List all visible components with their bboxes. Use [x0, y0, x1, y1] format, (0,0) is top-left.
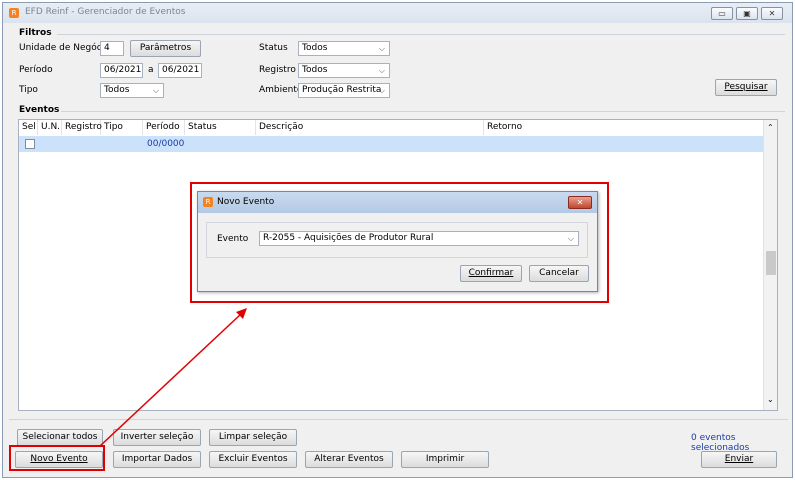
evento-group: Evento R-2055 - Aquisições de Produtor R… [206, 222, 588, 258]
evento-label: Evento [217, 234, 249, 244]
evento-select[interactable]: R-2055 - Aquisições de Produtor Rural ⌵ [259, 231, 579, 246]
app-icon: R [203, 197, 213, 207]
dialog-title: Novo Evento [217, 197, 275, 207]
dialog-title-bar: R Novo Evento ✕ [198, 192, 597, 213]
novo-evento-dialog: R Novo Evento ✕ Evento R-2055 - Aquisiçõ… [197, 191, 598, 292]
cancelar-button[interactable]: Cancelar [529, 265, 589, 282]
cancelar-label: Cancelar [539, 268, 579, 278]
chevron-down-icon: ⌵ [567, 234, 574, 243]
dialog-close-button[interactable]: ✕ [568, 196, 592, 209]
evento-select-value: R-2055 - Aquisições de Produtor Rural [263, 233, 434, 243]
confirmar-label: Confirmar [468, 268, 514, 278]
confirmar-button[interactable]: Confirmar [460, 265, 522, 282]
